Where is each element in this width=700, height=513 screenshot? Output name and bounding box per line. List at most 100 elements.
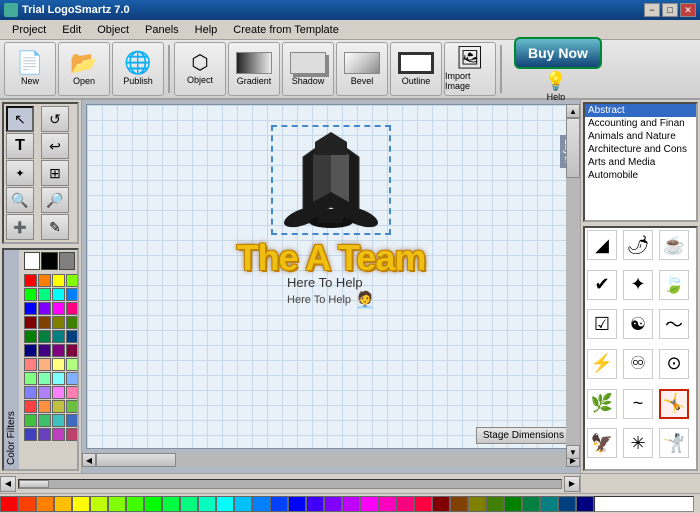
icon-cell-i18[interactable]: 🤺 [659, 428, 689, 458]
color-cell-42[interactable] [52, 414, 65, 427]
color-bar-swatch-32[interactable] [576, 496, 594, 512]
color-cell-23[interactable] [66, 344, 77, 357]
color-cell-17[interactable] [38, 330, 51, 343]
rotate-tool[interactable]: ↺ [41, 106, 69, 132]
color-bar-swatch-12[interactable] [216, 496, 234, 512]
category-item-automobile[interactable]: Automobile [585, 169, 696, 182]
icon-cell-i8[interactable]: ☯ [623, 309, 653, 339]
new-button[interactable]: 📄 New [4, 42, 56, 96]
color-bar-swatch-15[interactable] [270, 496, 288, 512]
color-bar-swatch-20[interactable] [360, 496, 378, 512]
color-bar-swatch-27[interactable] [486, 496, 504, 512]
pen-tool[interactable]: ✎ [41, 214, 69, 240]
icon-cell-i6[interactable]: 🍃 [659, 270, 689, 300]
icon-cell-i1[interactable]: ◢ [587, 230, 617, 260]
color-bar-swatch-29[interactable] [522, 496, 540, 512]
color-bar-swatch-31[interactable] [558, 496, 576, 512]
icon-cell-i12[interactable]: ⊙ [659, 349, 689, 379]
category-item-architecture[interactable]: Architecture and Cons [585, 143, 696, 156]
color-cell-13[interactable] [38, 316, 51, 329]
outline-button[interactable]: Outline [390, 42, 442, 96]
color-bar-swatch-18[interactable] [324, 496, 342, 512]
color-cell-18[interactable] [52, 330, 65, 343]
logo-text-main[interactable]: The A Team [237, 237, 426, 279]
color-bar-swatch-13[interactable] [234, 496, 252, 512]
color-bar-swatch-0[interactable] [0, 496, 18, 512]
shadow-button[interactable]: Shadow [282, 42, 334, 96]
icon-cell-i11[interactable]: ♾ [623, 349, 653, 379]
close-button[interactable]: ✕ [680, 3, 696, 17]
color-bar-swatch-25[interactable] [450, 496, 468, 512]
stage-dimensions-button[interactable]: Stage Dimensions [476, 427, 571, 444]
color-bar-swatch-16[interactable] [288, 496, 306, 512]
color-cell-38[interactable] [52, 400, 65, 413]
category-item-animals[interactable]: Animals and Nature [585, 130, 696, 143]
open-button[interactable]: 📂 Open [58, 42, 110, 96]
menu-help[interactable]: Help [187, 22, 226, 38]
color-bar-swatch-19[interactable] [342, 496, 360, 512]
color-cell-21[interactable] [38, 344, 51, 357]
color-bar-swatch-1[interactable] [18, 496, 36, 512]
color-bar-swatch-23[interactable] [414, 496, 432, 512]
flip-tool[interactable]: ↩ [41, 133, 69, 159]
color-cell-16[interactable] [24, 330, 37, 343]
icon-cell-i15[interactable]: 🤸 [659, 389, 689, 419]
icon-cell-i3[interactable]: ☕ [659, 230, 689, 260]
category-item-abstract[interactable]: Abstract [585, 104, 696, 117]
object-button[interactable]: ⬡ Object [174, 42, 226, 96]
category-item-arts[interactable]: Arts and Media [585, 156, 696, 169]
icon-cell-i13[interactable]: 🌿 [587, 389, 617, 419]
color-cell-29[interactable] [38, 372, 51, 385]
hscroll-thumb[interactable] [96, 453, 176, 467]
scroll-down-button[interactable]: ▼ [566, 445, 580, 459]
color-bar-swatch-6[interactable] [108, 496, 126, 512]
color-cell-33[interactable] [38, 386, 51, 399]
icon-cell-i10[interactable]: ⚡ [587, 349, 617, 379]
color-cell-41[interactable] [38, 414, 51, 427]
zoom-in-tool[interactable]: 🔍 [6, 187, 34, 213]
color-cell-24[interactable] [24, 358, 37, 371]
vscroll-thumb[interactable] [566, 118, 580, 178]
background-color[interactable] [41, 252, 57, 270]
color-cell-32[interactable] [24, 386, 37, 399]
color-bar-swatch-21[interactable] [378, 496, 396, 512]
color-cell-14[interactable] [52, 316, 65, 329]
color-bar-swatch-7[interactable] [126, 496, 144, 512]
menu-edit[interactable]: Edit [54, 22, 89, 38]
buy-now-button[interactable]: Buy Now [514, 37, 602, 69]
menu-create-from-template[interactable]: Create from Template [225, 22, 347, 38]
color-cell-25[interactable] [38, 358, 51, 371]
color-input[interactable] [594, 496, 694, 512]
color-cell-11[interactable] [66, 302, 77, 315]
bottom-scroll-left[interactable]: ◀ [0, 476, 16, 492]
color-bar-swatch-28[interactable] [504, 496, 522, 512]
category-list[interactable]: AbstractAccounting and FinanAnimals and … [583, 102, 698, 222]
color-cell-6[interactable] [52, 288, 65, 301]
icon-cell-i2[interactable]: 🌶 [623, 230, 653, 260]
import-image-button[interactable]: 🖼 Import Image [444, 42, 496, 96]
color-cell-20[interactable] [24, 344, 37, 357]
minimize-button[interactable]: − [644, 3, 660, 17]
text-tool[interactable]: T [6, 133, 34, 159]
color-cell-34[interactable] [52, 386, 65, 399]
color-cell-19[interactable] [66, 330, 77, 343]
current-color[interactable] [59, 252, 75, 270]
restore-button[interactable]: □ [662, 3, 678, 17]
color-bar-swatch-26[interactable] [468, 496, 486, 512]
color-bar-swatch-4[interactable] [72, 496, 90, 512]
color-cell-15[interactable] [66, 316, 77, 329]
color-bar-swatch-22[interactable] [396, 496, 414, 512]
color-cell-3[interactable] [66, 274, 77, 287]
color-cell-22[interactable] [52, 344, 65, 357]
vscroll-track[interactable] [566, 118, 580, 445]
color-cell-0[interactable] [24, 274, 37, 287]
color-cell-5[interactable] [38, 288, 51, 301]
color-cell-46[interactable] [52, 428, 65, 441]
building-icon-container[interactable] [271, 125, 391, 235]
publish-button[interactable]: 🌐 Publish [112, 42, 164, 96]
color-cell-28[interactable] [24, 372, 37, 385]
effects1-tool[interactable]: ✦ [6, 160, 34, 186]
color-bar-swatch-17[interactable] [306, 496, 324, 512]
color-bar-swatch-10[interactable] [180, 496, 198, 512]
color-bar-swatch-5[interactable] [90, 496, 108, 512]
